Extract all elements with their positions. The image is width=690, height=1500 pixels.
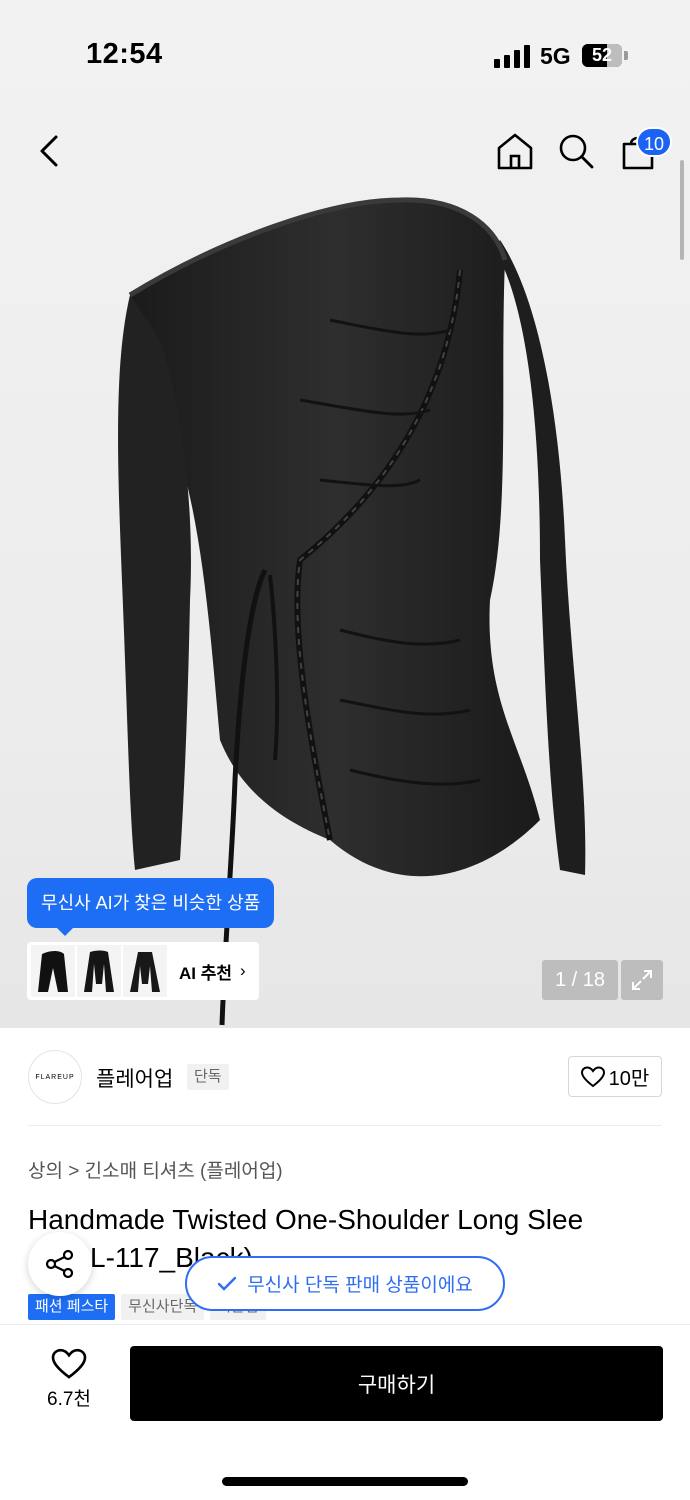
breadcrumb[interactable]: 상의 > 긴소매 티셔츠 (플레어업): [28, 1156, 283, 1183]
back-button[interactable]: [26, 128, 72, 174]
check-icon: [217, 1276, 237, 1291]
battery-cap: [624, 51, 628, 60]
signal-icon: [494, 44, 530, 68]
scrollbar[interactable]: [680, 160, 684, 260]
chevron-right-icon: ›: [240, 961, 246, 980]
ai-tooltip[interactable]: 무신사 AI가 찾은 비슷한 상품: [27, 878, 275, 936]
divider: [28, 1125, 662, 1126]
network-label: 5G: [540, 43, 571, 69]
home-indicator[interactable]: [222, 1477, 468, 1486]
share-icon: [45, 1249, 74, 1279]
buy-button[interactable]: 구매하기: [130, 1346, 663, 1421]
exclusive-tag: 단독: [187, 1064, 229, 1090]
status-time: 12:54: [86, 38, 163, 70]
home-button[interactable]: [492, 128, 538, 174]
toast-text: 무신사 단독 판매 상품이에요: [247, 1275, 473, 1296]
search-button[interactable]: [553, 128, 599, 174]
exclusive-toast: 무신사 단독 판매 상품이에요: [185, 1256, 505, 1311]
search-icon: [559, 134, 594, 169]
brand-name[interactable]: 플레어업: [96, 1063, 173, 1093]
fashion-festa-tag: 패션 페스타: [28, 1294, 116, 1320]
heart-icon: [51, 1348, 87, 1379]
home-icon: [497, 133, 533, 170]
chevron-left-icon: [40, 135, 58, 167]
ai-thumbnail[interactable]: [31, 945, 75, 997]
ai-recommend-label: AI 추천: [179, 963, 233, 983]
brand-like-count: 10만: [608, 1068, 650, 1090]
battery-icon: 52: [582, 44, 622, 67]
wishlist-button[interactable]: 6.7천: [36, 1348, 102, 1411]
battery-level: 52: [591, 45, 613, 65]
wish-count: 6.7천: [47, 1389, 91, 1410]
share-button[interactable]: [28, 1232, 92, 1296]
expand-button[interactable]: [621, 960, 663, 1000]
expand-icon: [632, 970, 652, 990]
heart-icon: [580, 1065, 605, 1087]
cart-count-badge: 10: [636, 127, 673, 157]
product-title: Handmade Twisted One-Shoulder Long Slee: [28, 1204, 584, 1235]
image-page-indicator: 1 / 18: [542, 960, 618, 1000]
product-gallery[interactable]: 12:54 5G 52 10 무신사 AI가 찾은 비슷한 상품 AI 추천 ›…: [0, 0, 690, 1028]
ai-recommend-card[interactable]: AI 추천 ›: [27, 942, 259, 1000]
ai-thumbnail[interactable]: [77, 945, 121, 997]
brand-like-button[interactable]: 10만: [568, 1056, 662, 1097]
brand-logo[interactable]: FLAREUP: [28, 1050, 82, 1104]
ai-thumbnail[interactable]: [123, 945, 167, 997]
